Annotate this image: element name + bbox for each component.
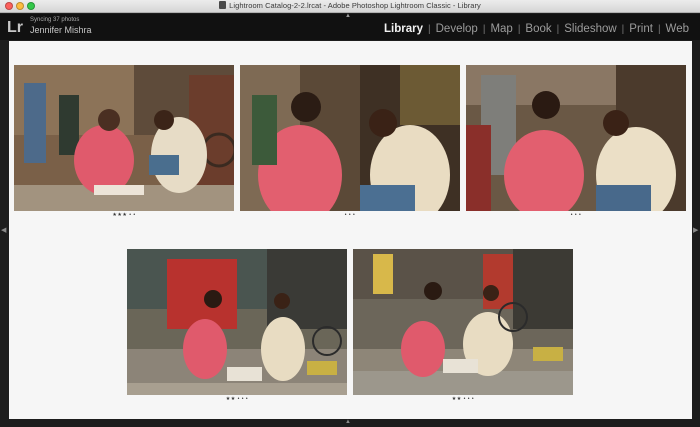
- top-panel-toggle-icon[interactable]: ▲: [345, 13, 351, 19]
- survey-photo-3[interactable]: [466, 65, 686, 211]
- module-picker: Library | Develop | Map | Book | Slidesh…: [379, 23, 694, 35]
- survey-photo-4[interactable]: [127, 249, 347, 395]
- rating-stars[interactable]: ★★★ • •: [104, 212, 144, 218]
- photo-image: [127, 249, 347, 395]
- module-map[interactable]: Map: [485, 23, 517, 35]
- document-icon: [219, 1, 227, 9]
- photo-image: [14, 65, 234, 211]
- left-panel-toggle-icon[interactable]: ◀: [1, 226, 6, 234]
- module-slideshow[interactable]: Slideshow: [559, 23, 621, 35]
- bottom-panel-toggle-icon[interactable]: ▲: [345, 419, 351, 425]
- module-print[interactable]: Print: [624, 23, 658, 35]
- lightroom-logo-icon: Lr: [7, 19, 23, 36]
- survey-photo-2[interactable]: [240, 65, 460, 211]
- rating-stars[interactable]: ★★ • • •: [443, 396, 483, 402]
- photo-image: [353, 249, 573, 395]
- module-web[interactable]: Web: [661, 23, 694, 35]
- module-book[interactable]: Book: [520, 23, 556, 35]
- sync-status[interactable]: Syncing 37 photos: [30, 17, 79, 23]
- photo-image: [466, 65, 686, 211]
- survey-photo-5[interactable]: [353, 249, 573, 395]
- right-panel-toggle-icon[interactable]: ▶: [693, 226, 698, 234]
- module-develop[interactable]: Develop: [431, 23, 483, 35]
- window-titlebar: Lightroom Catalog-2-2.lrcat - Adobe Phot…: [0, 0, 700, 13]
- photo-image: [240, 65, 460, 211]
- survey-view: ★★★ • • • • • • • • ★★ • • • ★★ • • •: [9, 41, 692, 419]
- rating-stars[interactable]: ★★ • • •: [217, 396, 257, 402]
- rating-stars[interactable]: • • •: [330, 212, 370, 218]
- module-library[interactable]: Library: [379, 23, 428, 35]
- window-title: Lightroom Catalog-2-2.lrcat - Adobe Phot…: [0, 1, 700, 10]
- rating-stars[interactable]: • • •: [556, 212, 596, 218]
- user-name: Jennifer Mishra: [30, 25, 92, 35]
- survey-photo-1[interactable]: [14, 65, 234, 211]
